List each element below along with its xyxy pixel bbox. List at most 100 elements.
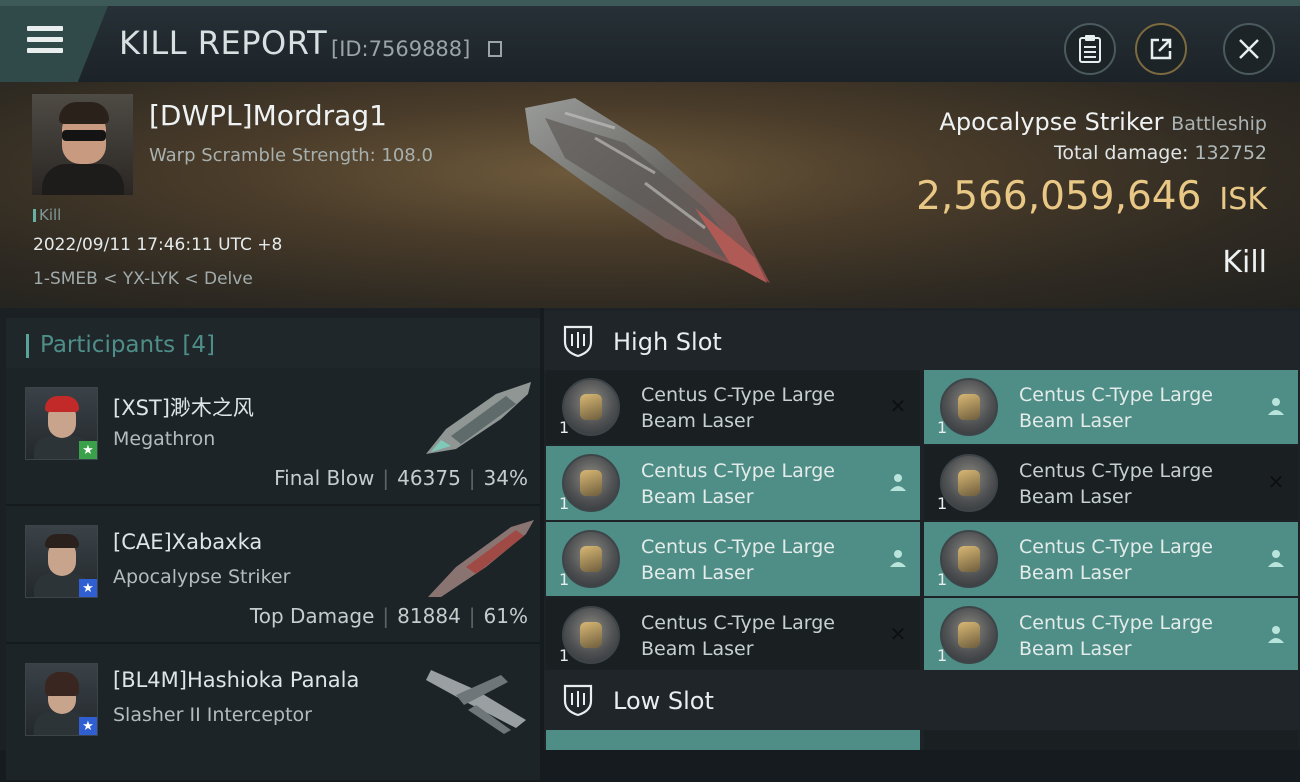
module-slot[interactable]: 1 Centus C-Type Large Beam Laser ✕ (546, 598, 920, 672)
total-damage-label: Total damage: (1054, 142, 1189, 164)
x-icon: ✕ (1267, 470, 1285, 494)
module-quantity: 1 (937, 646, 948, 665)
beam-laser-icon (940, 606, 998, 664)
hamburger-menu-icon[interactable] (27, 26, 63, 56)
close-icon (1239, 39, 1259, 59)
module-name: Centus C-Type Large Beam Laser (1019, 612, 1213, 660)
total-damage: Total damage: 132752 (1054, 142, 1267, 164)
module-name: Centus C-Type Large Beam Laser (641, 536, 835, 584)
person-icon (1266, 624, 1286, 644)
ship-name-text: Apocalypse Striker (939, 108, 1164, 136)
copy-icon[interactable] (488, 41, 502, 57)
module-quantity: 1 (559, 418, 570, 437)
star-badge-icon: ★ (79, 579, 97, 597)
clipboard-button[interactable] (1064, 23, 1116, 75)
star-badge-icon: ★ (79, 441, 97, 459)
victim-portrait[interactable] (32, 94, 133, 195)
isk-unit: ISK (1219, 182, 1267, 217)
clipboard-icon (1079, 35, 1101, 63)
module-name: Centus C-Type Large Beam Laser (1019, 384, 1213, 432)
module-slot[interactable]: 1 Centus C-Type Large Beam Laser ✕ (546, 370, 920, 444)
shield-icon (563, 325, 593, 358)
high-slot-label: High Slot (613, 328, 722, 356)
low-slot-modules-partial (544, 728, 1300, 750)
isk-value: 2,566,059,646 ISK (916, 174, 1267, 219)
person-icon (888, 548, 908, 568)
top-bar: KILL REPORT [ID:7569888] (0, 0, 1300, 82)
participant-ship: Megathron (113, 428, 216, 450)
share-icon (1150, 38, 1172, 60)
module-name: Centus C-Type Large Beam Laser (1019, 460, 1213, 508)
module-slot[interactable]: 1 Centus C-Type Large Beam Laser (546, 522, 920, 596)
beam-laser-icon (562, 454, 620, 512)
module-name: Centus C-Type Large Beam Laser (641, 612, 835, 660)
victim-name[interactable]: [DWPL]Mordrag1 (149, 99, 387, 132)
total-damage-value: 132752 (1194, 142, 1267, 164)
low-slot-header: Low Slot (544, 670, 1300, 730)
x-icon: ✕ (889, 622, 907, 646)
module-slot[interactable]: 1 Centus C-Type Large Beam Laser (546, 446, 920, 520)
module-slot[interactable]: 1 Centus C-Type Large Beam Laser (924, 522, 1298, 596)
participant-ship-image (426, 382, 531, 454)
share-button[interactable] (1135, 23, 1187, 75)
isk-amount: 2,566,059,646 (916, 174, 1202, 219)
module-name: Centus C-Type Large Beam Laser (641, 460, 835, 508)
person-icon (888, 472, 908, 492)
participants-title: Participants [4] (40, 332, 215, 358)
fitting-panel: High Slot 1 Centus C-Type Large Beam Las… (544, 308, 1300, 750)
warp-scramble-strength: Warp Scramble Strength: 108.0 (149, 145, 433, 166)
ship-class-text: Battleship (1171, 113, 1267, 135)
module-quantity: 1 (559, 570, 570, 589)
participant-percent: 34% (483, 466, 528, 490)
participants-panel: Participants [4] ★ [XST]渺木之风 Megathron F… (0, 308, 540, 782)
module-slot[interactable]: 1 Centus C-Type Large Beam Laser (924, 370, 1298, 444)
participant-ship: Apocalypse Striker (113, 566, 291, 588)
participant-avatar[interactable]: ★ (25, 387, 98, 460)
module-quantity: 1 (559, 646, 570, 665)
victim-ship-image (525, 98, 770, 283)
participants-header: Participants [4] (6, 318, 540, 374)
person-icon (1266, 396, 1286, 416)
kill-result-label: Kill (1222, 245, 1267, 280)
kill-location[interactable]: 1-SMEB < YX-LYK < Delve (33, 269, 253, 289)
beam-laser-icon (940, 530, 998, 588)
module-quantity: 1 (559, 494, 570, 513)
kill-timestamp: 2022/09/11 17:46:11 UTC +8 (33, 235, 283, 255)
participant-row[interactable]: ★ [BL4M]Hashioka Panala Slasher II Inter… (6, 644, 540, 782)
participant-avatar[interactable]: ★ (25, 663, 98, 736)
participant-ship: Slasher II Interceptor (113, 704, 312, 726)
module-quantity: 1 (937, 418, 948, 437)
page-title: KILL REPORT (119, 24, 328, 62)
module-quantity: 1 (937, 570, 948, 589)
participant-name: [CAE]Xabaxka (113, 530, 263, 554)
menu-tab[interactable] (0, 6, 108, 82)
star-badge-icon: ★ (79, 717, 97, 735)
module-name: Centus C-Type Large Beam Laser (641, 384, 835, 432)
module-slot[interactable]: 1 Centus C-Type Large Beam Laser ✕ (924, 446, 1298, 520)
beam-laser-icon (940, 378, 998, 436)
high-slot-header: High Slot (544, 311, 1300, 371)
participant-row[interactable]: ★ [XST]渺木之风 Megathron Final Blow | 46375 | 3… (6, 368, 540, 506)
participant-damage: 46375 (397, 466, 461, 490)
participant-role: Top Damage (249, 604, 375, 628)
beam-laser-icon (940, 454, 998, 512)
x-icon: ✕ (889, 394, 907, 418)
participant-ship-image (428, 520, 534, 597)
victim-ship-name[interactable]: Apocalypse Striker Battleship (939, 108, 1267, 136)
participant-ship-image (426, 670, 526, 734)
participant-damage: 81884 (397, 604, 461, 628)
participant-name: [XST]渺木之风 (113, 396, 254, 420)
person-icon (1266, 548, 1286, 568)
module-quantity: 1 (937, 494, 948, 513)
participant-avatar[interactable]: ★ (25, 525, 98, 598)
participant-name: [BL4M]Hashioka Panala (113, 668, 360, 692)
beam-laser-icon (562, 378, 620, 436)
participant-percent: 61% (483, 604, 528, 628)
report-id: [ID:7569888] (331, 37, 471, 61)
beam-laser-icon (562, 606, 620, 664)
participant-role: Final Blow (274, 466, 375, 490)
participant-row[interactable]: ★ [CAE]Xabaxka Apocalypse Striker Top Da… (6, 506, 540, 644)
module-slot[interactable]: 1 Centus C-Type Large Beam Laser (924, 598, 1298, 672)
beam-laser-icon (562, 530, 620, 588)
close-button[interactable] (1223, 23, 1275, 75)
